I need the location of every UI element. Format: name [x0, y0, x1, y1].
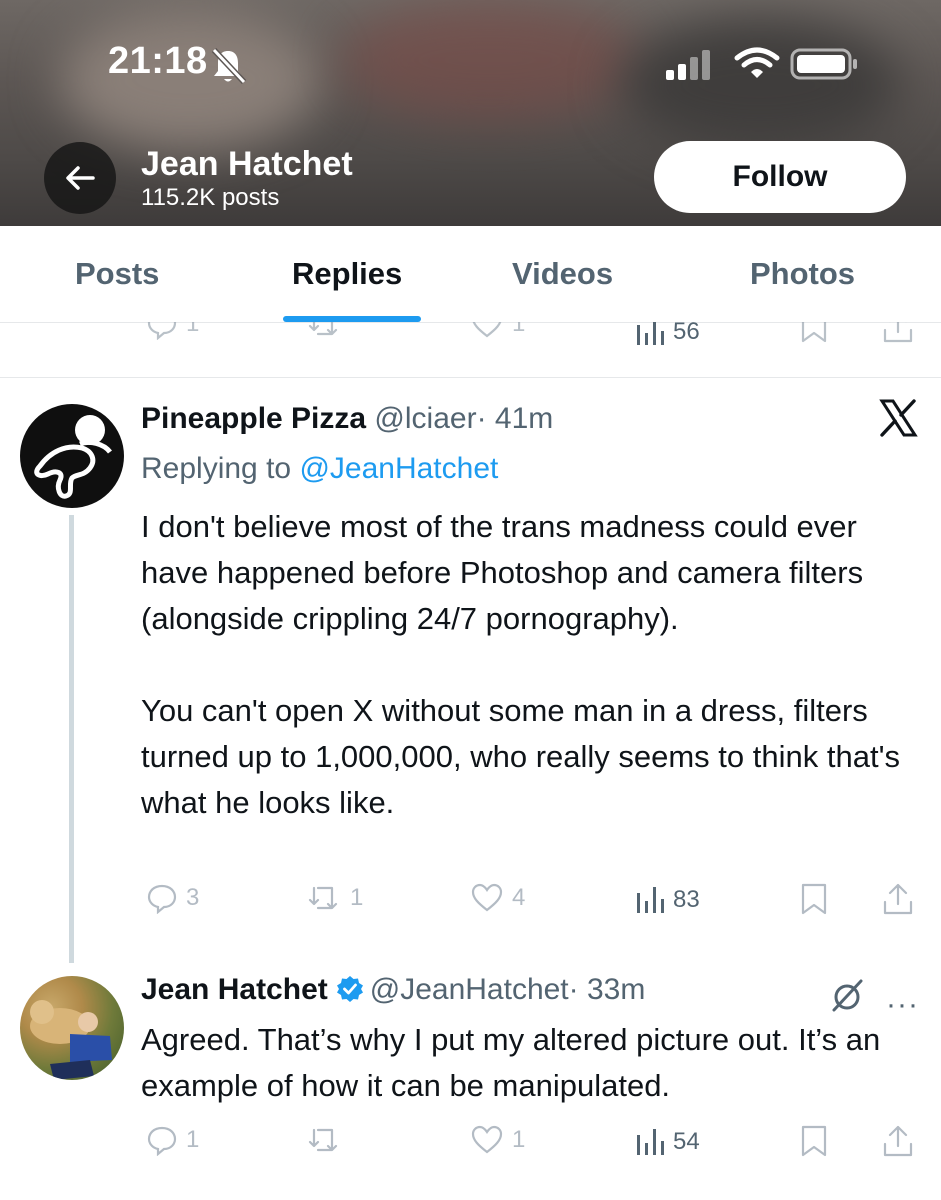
- like-count: 4: [512, 884, 526, 911]
- follow-button[interactable]: Follow: [654, 141, 906, 213]
- back-arrow-icon: [66, 166, 95, 190]
- avatar-graphic: [34, 415, 112, 499]
- grok-icon[interactable]: [828, 976, 866, 1014]
- views-count: 54: [673, 1128, 700, 1155]
- profile-header: 21:18 Jean Hatchet 115.2K posts Follow: [0, 0, 941, 226]
- signal-icon: [666, 50, 710, 80]
- tweet-body: I don't believe most of the trans madnes…: [141, 509, 900, 820]
- repost-icon: [308, 1128, 338, 1152]
- like-icon: [471, 883, 503, 912]
- views-action[interactable]: 83: [635, 886, 700, 914]
- profile-tabs: Posts Replies Videos Photos: [0, 226, 941, 323]
- share-action[interactable]: [882, 882, 914, 916]
- wifi-icon: [734, 47, 780, 78]
- repost-action[interactable]: [306, 322, 342, 340]
- reply-icon: [147, 884, 177, 914]
- author-handle[interactable]: @JeanHatchet: [370, 973, 569, 1006]
- replying-to: Replying to @JeanHatchet: [141, 452, 498, 486]
- reply-count: 3: [186, 884, 200, 911]
- bookmark-icon: [801, 1125, 827, 1157]
- views-count: 56: [673, 322, 700, 345]
- battery-icon: [790, 48, 857, 80]
- like-action[interactable]: 4: [470, 882, 525, 914]
- tweet-actions: 3 1 4 83: [0, 882, 941, 922]
- bookmark-icon: [801, 322, 827, 343]
- share-icon: [883, 1125, 913, 1157]
- verified-icon: [336, 976, 363, 1002]
- avatar-photo: [30, 1000, 112, 1080]
- avatar[interactable]: [20, 976, 124, 1080]
- replying-prefix: Replying to: [141, 452, 300, 485]
- bookmark-action[interactable]: [800, 882, 828, 916]
- share-action[interactable]: [882, 1124, 914, 1158]
- reply-action[interactable]: 3: [146, 882, 199, 914]
- x-logo-icon: [879, 399, 918, 437]
- repost-icon: [308, 886, 338, 910]
- tweet-header: Jean Hatchet @JeanHatchet· 33m: [141, 973, 645, 1007]
- tweet-header: Pineapple Pizza @lciaer· 41m: [141, 402, 553, 436]
- repost-count: 1: [350, 884, 364, 911]
- reply-icon: [147, 1126, 177, 1156]
- bookmark-action[interactable]: [800, 1124, 828, 1158]
- repost-icon: [308, 322, 338, 336]
- views-icon: [637, 887, 664, 913]
- tweet-body: Agreed. That’s why I put my altered pict…: [141, 1022, 881, 1103]
- share-action[interactable]: [882, 322, 914, 344]
- avatar[interactable]: [20, 404, 124, 508]
- tweet-actions: 1 1 54: [0, 1124, 941, 1164]
- replying-handle-link[interactable]: @JeanHatchet: [299, 452, 498, 485]
- share-icon: [883, 883, 913, 915]
- tweet-divider: [0, 377, 941, 378]
- tab-videos[interactable]: Videos: [512, 256, 613, 292]
- like-icon: [472, 322, 502, 338]
- views-count: 83: [673, 886, 700, 913]
- views-action[interactable]: 56: [635, 322, 700, 346]
- author-handle[interactable]: @lciaer: [374, 402, 476, 435]
- repost-action[interactable]: [306, 1124, 350, 1156]
- tab-posts[interactable]: Posts: [75, 256, 159, 292]
- tab-replies[interactable]: Replies: [292, 256, 402, 292]
- reply-icon: [147, 322, 177, 340]
- tab-photos[interactable]: Photos: [750, 256, 855, 292]
- reply-count: 1: [186, 322, 200, 337]
- reply-action[interactable]: 1: [146, 322, 199, 340]
- share-icon: [883, 322, 913, 343]
- like-action[interactable]: 1: [470, 1124, 525, 1156]
- like-count: 1: [512, 322, 526, 337]
- like-icon: [471, 1125, 503, 1154]
- status-bar: 21:18: [0, 0, 941, 120]
- back-button[interactable]: [44, 142, 116, 214]
- reply-count: 1: [186, 1126, 200, 1153]
- tweet-time: · 41m: [476, 402, 554, 435]
- profile-post-count: 115.2K posts: [141, 184, 280, 211]
- repost-action[interactable]: 1: [306, 882, 363, 914]
- author-name[interactable]: Jean Hatchet: [141, 973, 328, 1006]
- bookmark-icon: [801, 883, 827, 915]
- status-time: 21:18: [108, 40, 208, 82]
- reply-action[interactable]: 1: [146, 1124, 199, 1156]
- bell-muted-icon: [211, 47, 247, 85]
- bookmark-action[interactable]: [800, 322, 828, 344]
- tweet-time: · 33m: [568, 973, 646, 1006]
- views-action[interactable]: 54: [635, 1128, 700, 1156]
- views-icon: [637, 1129, 664, 1155]
- profile-name: Jean Hatchet: [141, 145, 353, 183]
- like-count: 1: [512, 1126, 526, 1153]
- author-name[interactable]: Pineapple Pizza: [141, 402, 366, 435]
- like-action[interactable]: 1: [470, 322, 525, 340]
- views-icon: [637, 322, 664, 345]
- previous-tweet-actions: 1 1 56: [0, 322, 941, 352]
